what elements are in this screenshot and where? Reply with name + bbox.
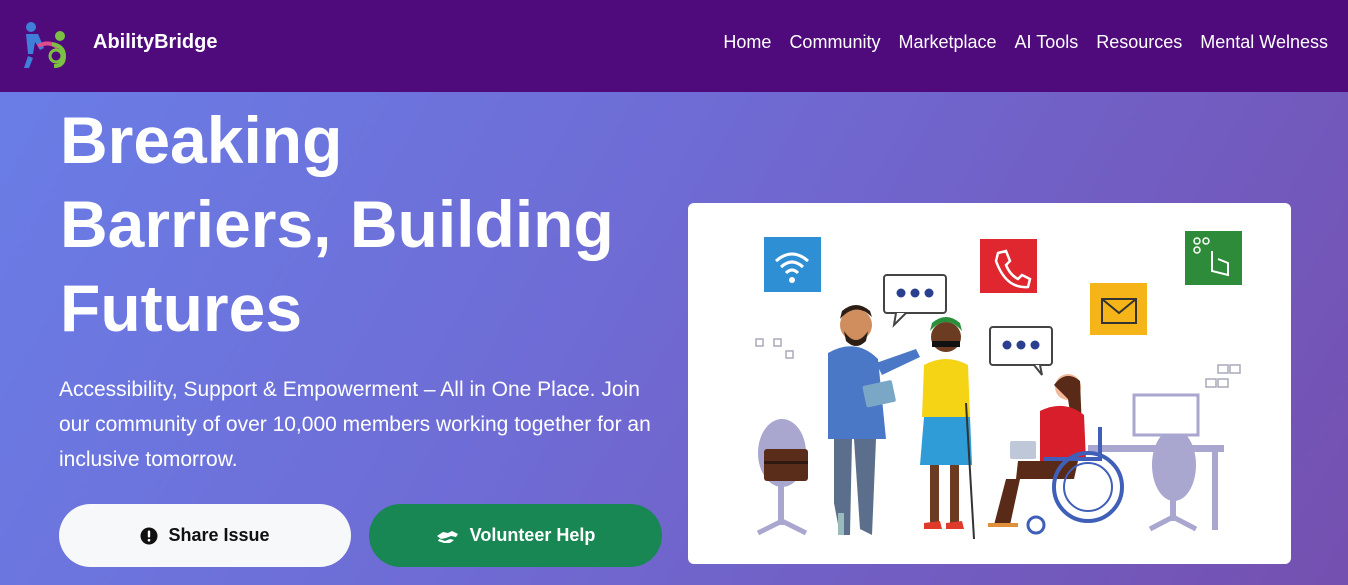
office-chair-right (1148, 429, 1198, 532)
main-nav: Home Community Marketplace AI Tools Reso… (723, 32, 1328, 53)
gesture-tile-icon (1185, 231, 1242, 285)
hero-title: Breaking Barriers, Building Futures (60, 98, 680, 350)
top-navbar: AbilityBridge Home Community Marketplace… (0, 0, 1348, 92)
hero-title-line-2: Barriers, Building (60, 187, 614, 261)
nav-link-resources[interactable]: Resources (1096, 32, 1182, 53)
chat-bubble-left-icon (883, 274, 947, 328)
hero-illustration-card (688, 203, 1291, 564)
nav-link-marketplace[interactable]: Marketplace (898, 32, 996, 53)
brand[interactable]: AbilityBridge (22, 20, 217, 70)
volunteer-help-label: Volunteer Help (469, 525, 596, 545)
woman-in-wheelchair-figure (988, 374, 1124, 535)
share-issue-label: Share Issue (168, 525, 270, 545)
chat-bubble-right-icon (989, 326, 1053, 376)
nav-link-ai-tools[interactable]: AI Tools (1015, 32, 1079, 53)
wifi-tile-icon (764, 237, 821, 292)
hero-section: Breaking Barriers, Building Futures Acce… (0, 92, 1348, 585)
person-helping-logo-icon (24, 22, 67, 68)
exclamation-circle-icon (140, 527, 158, 544)
office-chair-left (756, 419, 808, 536)
helping-hands-icon (436, 530, 458, 543)
hero-title-line-1: Breaking (60, 103, 343, 177)
mail-tile-icon (1090, 283, 1147, 335)
hero-title-line-3: Futures (60, 271, 303, 345)
nav-link-community[interactable]: Community (789, 32, 880, 53)
woman-with-cane-figure (920, 317, 975, 540)
nav-link-mental-wellness[interactable]: Mental Welness (1200, 32, 1328, 53)
nav-link-home[interactable]: Home (723, 32, 771, 53)
hero-subtitle: Accessibility, Support & Empowerment – A… (59, 378, 651, 471)
brand-name: AbilityBridge (93, 31, 218, 53)
man-with-tablet-figure (828, 305, 920, 535)
phone-tile-icon (980, 239, 1037, 293)
people-collaborating-illustration (755, 231, 1242, 540)
volunteer-help-button[interactable]: Volunteer Help (369, 504, 662, 567)
share-issue-button[interactable]: Share Issue (59, 504, 351, 567)
